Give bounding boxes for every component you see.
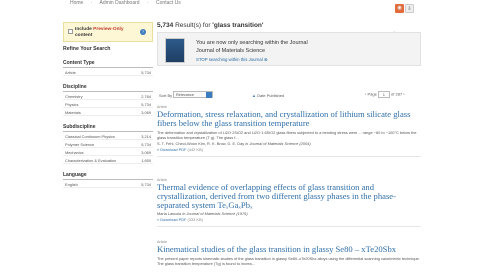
- result-item: Article Kinematical studies of the glass…: [157, 240, 421, 266]
- facet-item-characterization-evaluation[interactable]: Characterization & Evaluation 1,650: [63, 156, 153, 164]
- rss-feed-button[interactable]: ◉: [395, 4, 404, 13]
- facet-item-mechanics[interactable]: Mechanics 3,069: [63, 148, 153, 156]
- facet-item-chemistry[interactable]: Chemistry 2,784: [63, 92, 153, 100]
- facet-item-article[interactable]: Article 5,734: [63, 68, 153, 76]
- pagination: ‹ Page 1 of 287 ›: [365, 91, 405, 98]
- journal-scope-box: You are now only searching within the Jo…: [157, 32, 421, 66]
- refine-sidebar: Include Preview-Only content ? Refine Yo…: [63, 22, 153, 188]
- result-item: Article Deformation, stress relaxation, …: [157, 105, 421, 157]
- nav-admin-dashboard-link[interactable]: Admin Dashboard: [100, 0, 140, 6]
- result-authors: S. T. Fehl, Cheol-Woon Kim, R. K. Brow, …: [157, 141, 311, 146]
- journal-cover-image: [165, 38, 185, 63]
- nav-home-link[interactable]: Home: [70, 0, 83, 6]
- sort-bar: Sort By Relevance ▲ Date Published ‹ Pag…: [157, 90, 421, 100]
- result-divider: [157, 156, 421, 157]
- results-count: 5,734: [157, 22, 174, 29]
- nav-contact-link[interactable]: Contact Us: [156, 0, 181, 6]
- results-label: Result(s) for: [173, 22, 213, 29]
- facet-item-classical-continuum-physics[interactable]: Classical Continuum Physics 3,214: [63, 132, 153, 140]
- facet-discipline-heading: Discipline: [63, 84, 153, 92]
- download-pdf-link[interactable]: » Download PDF (442 KB): [157, 147, 421, 152]
- result-snippet: The deformation and crystallization of L…: [157, 130, 417, 140]
- preview-only-checkbox[interactable]: [68, 29, 73, 34]
- sort-select[interactable]: Relevance: [173, 91, 213, 98]
- sort-by-label: Sort By: [159, 93, 173, 98]
- preview-only-label: Include Preview-Only content: [75, 27, 124, 38]
- results-heading: 5,734 Result(s) for 'glass transition': [157, 22, 421, 32]
- results-main: 5,734 Result(s) for 'glass transition' Y…: [157, 22, 421, 266]
- help-icon[interactable]: ?: [140, 29, 146, 35]
- result-authors: Maria Lascola in Journal of Materials Sc…: [157, 211, 248, 216]
- download-pdf-link[interactable]: » Download PDF (333 KB): [157, 217, 421, 222]
- preview-only-toggle[interactable]: Include Preview-Only content ?: [63, 22, 153, 42]
- results-query: 'glass transition': [212, 22, 264, 29]
- result-snippet: The present paper reports kinematic stud…: [157, 256, 420, 266]
- facet-language-heading: Language: [63, 172, 153, 180]
- download-results-button[interactable]: ⇩: [405, 4, 414, 13]
- journal-scope-notice: You are now only searching within the Jo…: [196, 40, 308, 46]
- result-title-link[interactable]: Deformation, stress relaxation, and crys…: [157, 110, 421, 128]
- stop-searching-journal-link[interactable]: STOP searching within this Journal ⊗: [196, 57, 268, 63]
- facet-subdiscipline-heading: Subdiscipline: [63, 124, 153, 132]
- facet-content-type-heading: Content Type: [63, 60, 153, 68]
- result-title-link[interactable]: Kinematical studies of the glass transit…: [157, 245, 421, 254]
- facet-item-polymer-science[interactable]: Polymer Science 5,734: [63, 140, 153, 148]
- journal-name: Journal of Materials Science: [196, 48, 266, 54]
- facet-item-physics[interactable]: Physics 5,734: [63, 100, 153, 108]
- facet-item-materials[interactable]: Materials 3,069: [63, 108, 153, 116]
- chevron-down-icon: [206, 92, 212, 98]
- result-title-link[interactable]: Thermal evidence of overlapping effects …: [157, 183, 421, 210]
- result-item: Article Thermal evidence of overlapping …: [157, 178, 421, 227]
- facet-item-english[interactable]: English 5,734: [63, 180, 153, 188]
- page-number-input[interactable]: 1: [377, 91, 390, 98]
- top-nav-links: Home · Admin Dashboard · Contact Us: [70, 0, 181, 6]
- close-icon: ⊗: [263, 57, 268, 62]
- date-published-sort[interactable]: ▲ Date Published: [252, 93, 284, 98]
- result-divider: [157, 226, 421, 227]
- refine-title: Refine Your Search: [63, 46, 111, 52]
